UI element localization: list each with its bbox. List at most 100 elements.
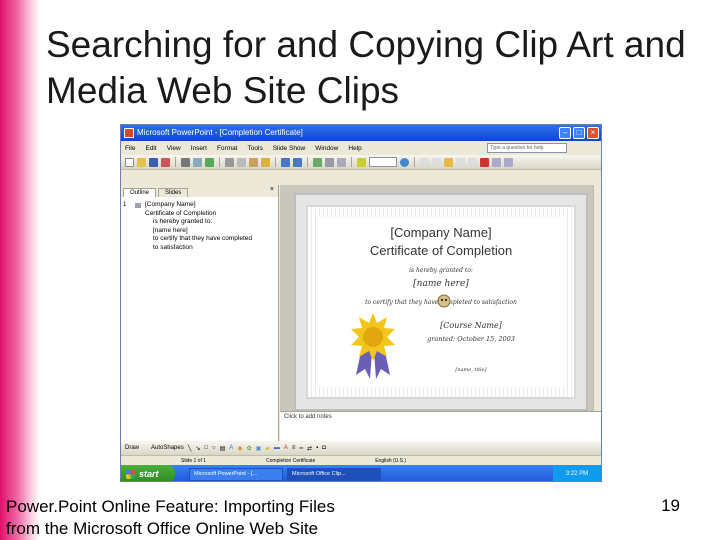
window-titlebar: Microsoft PowerPoint - [Completion Certi… (121, 125, 601, 141)
color-icon[interactable] (357, 157, 366, 167)
align-right-icon[interactable] (456, 157, 465, 167)
certificate-company[interactable]: [Company Name] (318, 225, 564, 240)
status-design: Completion Certificate (266, 457, 316, 464)
new-icon[interactable] (125, 157, 134, 167)
taskbar-item-powerpoint[interactable]: Microsoft PowerPoint - [... (189, 467, 283, 481)
certificate-date[interactable]: granted: October 15, 2003 (378, 335, 564, 343)
menu-help[interactable]: Help (348, 145, 361, 152)
taskbar-item-clip-organizer[interactable]: Microsoft Office Clip... (287, 467, 381, 481)
chart-icon[interactable] (313, 157, 322, 167)
status-bar: Slide 1 of 1 Completion Certificate Engl… (121, 455, 601, 465)
outline-line: [Company Name] (145, 201, 196, 208)
editor-area: Outline Slides × 1 [Company Name] Certif… (121, 185, 601, 465)
standard-toolbar (121, 155, 601, 170)
save-icon[interactable] (149, 157, 158, 167)
cut-icon[interactable] (225, 157, 234, 167)
menu-file[interactable]: File (125, 145, 135, 152)
outline-pane: Outline Slides × 1 [Company Name] Certif… (121, 185, 279, 441)
zoom-combo[interactable] (369, 157, 397, 167)
help-icon[interactable] (400, 157, 409, 167)
spelling-icon[interactable] (205, 157, 214, 167)
menu-format[interactable]: Format (217, 145, 238, 152)
copy-icon[interactable] (237, 157, 246, 167)
maximize-button[interactable]: □ (573, 127, 585, 139)
format-painter-icon[interactable] (261, 157, 270, 167)
line-color-icon[interactable]: ▬ (274, 445, 280, 451)
menu-window[interactable]: Window (315, 145, 338, 152)
font-color-icon[interactable] (480, 157, 489, 167)
outline-line: is hereby granted to: (153, 218, 213, 225)
menu-slide-show[interactable]: Slide Show (273, 145, 306, 152)
picture-icon[interactable]: ▣ (256, 445, 262, 452)
window-title: Microsoft PowerPoint - [Completion Certi… (137, 128, 303, 137)
certificate-heading[interactable]: Certificate of Completion (318, 243, 564, 258)
print-icon[interactable] (181, 157, 190, 167)
redo-icon[interactable] (293, 157, 302, 167)
draw-menu-button[interactable]: Draw (125, 445, 139, 451)
slide-number: 1 (123, 202, 127, 208)
preview-icon[interactable] (193, 157, 202, 167)
outline-line: to certify that they have completed (153, 235, 252, 242)
rectangle-icon[interactable]: □ (204, 445, 208, 451)
3d-icon[interactable]: ◘ (322, 445, 326, 451)
powerpoint-screenshot: Microsoft PowerPoint - [Completion Certi… (120, 124, 602, 482)
drawing-toolbar: Draw AutoShapes ╲ ↘ □ ○ ▤ A ◉ ✿ ▣ ▰ ▬ A … (121, 441, 601, 455)
menu-tools[interactable]: Tools (248, 145, 263, 152)
tab-outline[interactable]: Outline (123, 188, 157, 197)
design-icon[interactable] (492, 157, 501, 167)
align-center-icon[interactable] (444, 157, 453, 167)
bullets-icon[interactable] (468, 157, 477, 167)
table-icon[interactable] (325, 157, 334, 167)
permission-icon[interactable] (161, 157, 170, 167)
clip-art-icon[interactable]: ✿ (247, 445, 252, 452)
oval-icon[interactable]: ○ (212, 445, 216, 451)
notes-pane[interactable]: Click to add notes (280, 411, 601, 441)
italic-icon[interactable] (432, 157, 441, 167)
font-color-draw-icon[interactable]: A (284, 445, 288, 451)
paste-icon[interactable] (249, 157, 258, 167)
arrow-icon[interactable]: ↘ (195, 445, 200, 452)
start-button[interactable]: start (121, 465, 175, 481)
grid-icon[interactable] (337, 157, 346, 167)
shadow-icon[interactable]: ▪ (316, 445, 318, 451)
undo-icon[interactable] (281, 157, 290, 167)
slide-icon (135, 203, 141, 208)
close-button[interactable]: × (587, 127, 599, 139)
vertical-scrollbar[interactable] (593, 185, 601, 411)
line-icon[interactable]: ╲ (188, 445, 192, 452)
clip-art-image[interactable] (436, 293, 452, 309)
powerpoint-app-icon (124, 128, 134, 138)
outline-text[interactable]: 1 [Company Name] Certificate of Completi… (121, 197, 278, 256)
slide-canvas[interactable]: [Company Name] Certificate of Completion… (280, 185, 601, 411)
fill-color-icon[interactable]: ▰ (265, 445, 270, 452)
autoshapes-button[interactable]: AutoShapes (151, 445, 184, 451)
dash-style-icon[interactable]: ┅ (299, 445, 303, 452)
certificate-granted[interactable]: is hereby granted to: (318, 267, 564, 274)
certificate-name[interactable]: [name here] (318, 279, 564, 289)
line-style-icon[interactable]: ≡ (292, 445, 296, 451)
windows-taskbar: start Microsoft PowerPoint - [... Micros… (121, 465, 601, 481)
system-tray-clock: 3:22 PM (553, 465, 601, 481)
diagram-icon[interactable]: ◉ (237, 445, 242, 452)
menu-edit[interactable]: Edit (145, 145, 156, 152)
certificate-face: [Company Name] Certificate of Completion… (318, 217, 564, 387)
tab-slides[interactable]: Slides (158, 188, 189, 197)
certificate[interactable]: [Company Name] Certificate of Completion… (294, 193, 588, 411)
menu-insert[interactable]: Insert (191, 145, 207, 152)
award-seal-icon (351, 313, 395, 379)
certificate-course[interactable]: [Course Name] (378, 321, 564, 330)
bold-icon[interactable] (420, 157, 429, 167)
menu-view[interactable]: View (167, 145, 181, 152)
close-pane-icon[interactable]: × (270, 186, 274, 193)
certificate-signature[interactable]: [name, title] (378, 367, 564, 373)
slide-footer: Power.Point Online Feature: Importing Fi… (6, 497, 335, 538)
pane-tabs: Outline Slides × (121, 185, 278, 197)
status-language: English (U.S.) (375, 457, 407, 464)
wordart-icon[interactable]: A (229, 445, 233, 451)
minimize-button[interactable]: – (559, 127, 571, 139)
new-slide-icon[interactable] (504, 157, 513, 167)
open-icon[interactable] (137, 157, 146, 167)
help-search-input[interactable]: Type a question for help (487, 143, 567, 153)
textbox-icon[interactable]: ▤ (220, 445, 226, 452)
arrow-style-icon[interactable]: ⇄ (307, 445, 312, 452)
